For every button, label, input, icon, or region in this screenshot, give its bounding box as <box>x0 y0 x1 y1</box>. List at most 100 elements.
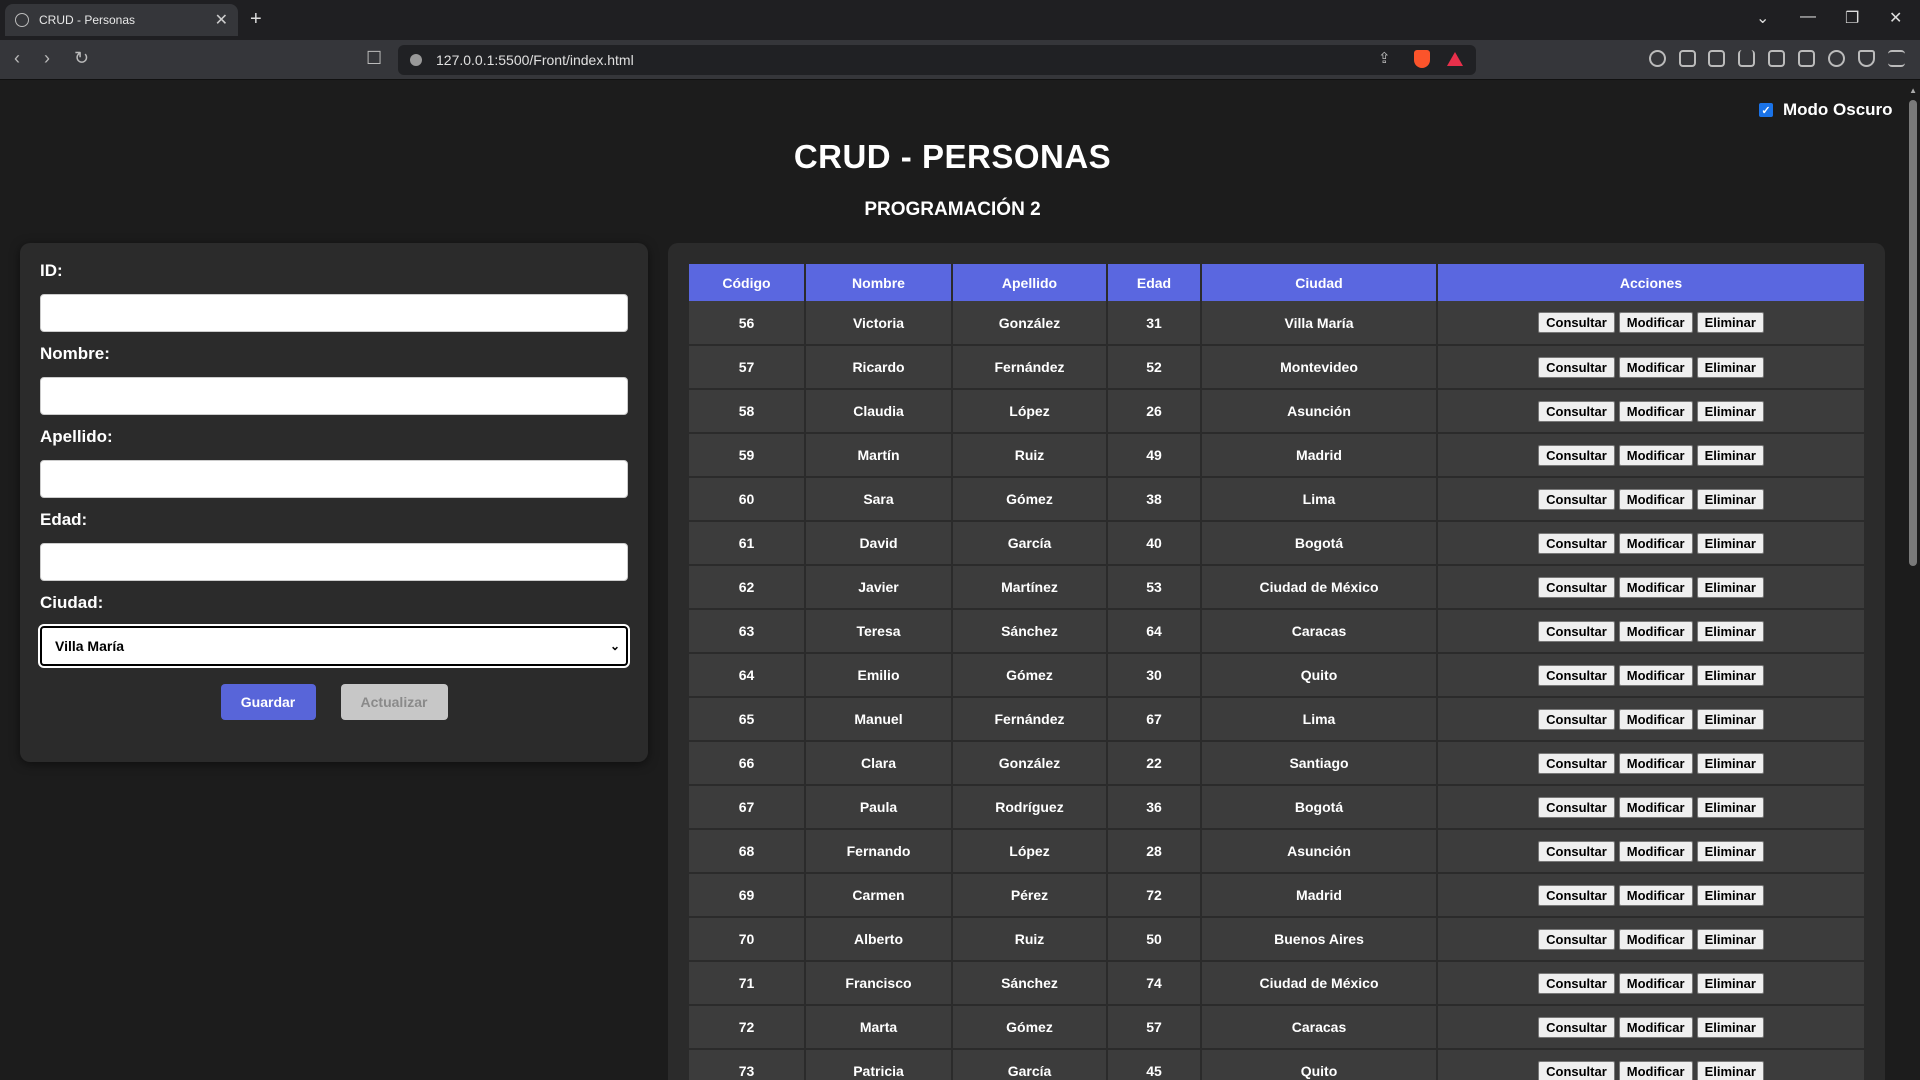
modificar-button[interactable]: Modificar <box>1618 488 1693 510</box>
modificar-button[interactable]: Modificar <box>1618 884 1693 906</box>
sidebar-icon[interactable] <box>1768 50 1785 67</box>
modificar-button[interactable]: Modificar <box>1618 400 1693 422</box>
eliminar-button[interactable]: Eliminar <box>1696 928 1764 950</box>
modificar-button[interactable]: Modificar <box>1618 356 1693 378</box>
address-bar[interactable]: 127.0.0.1:5500/Front/index.html <box>398 45 1476 75</box>
apellido-input[interactable] <box>40 460 628 498</box>
close-window-icon[interactable]: ✕ <box>1889 8 1902 28</box>
eliminar-button[interactable]: Eliminar <box>1696 312 1764 333</box>
back-icon[interactable]: ‹ <box>14 48 20 69</box>
minimize-icon[interactable]: — <box>1800 8 1816 26</box>
modificar-button[interactable]: Modificar <box>1618 444 1693 466</box>
consultar-button[interactable]: Consultar <box>1538 972 1615 994</box>
consultar-button[interactable]: Consultar <box>1538 356 1615 378</box>
consultar-button[interactable]: Consultar <box>1538 576 1615 598</box>
modificar-button[interactable]: Modificar <box>1618 928 1693 950</box>
consultar-button[interactable]: Consultar <box>1538 1060 1615 1080</box>
modificar-button[interactable]: Modificar <box>1618 1060 1693 1080</box>
browser-tab[interactable]: CRUD - Personas ✕ <box>5 4 238 36</box>
ai-icon[interactable] <box>1828 50 1845 67</box>
cell-acciones: Consultar Modificar Eliminar <box>1437 477 1864 522</box>
modificar-button[interactable]: Modificar <box>1618 312 1693 333</box>
table-row: 71 Francisco Sánchez 74 Ciudad de México Cons… <box>689 961 1864 1006</box>
scroll-up-icon[interactable]: ▲ <box>1909 86 1917 95</box>
eliminar-button[interactable]: Eliminar <box>1696 532 1764 554</box>
eliminar-button[interactable]: Eliminar <box>1696 356 1764 378</box>
puzzle-icon[interactable] <box>1708 50 1725 67</box>
consultar-button[interactable]: Consultar <box>1538 840 1615 862</box>
cell-nombre: Marta <box>805 1005 953 1050</box>
eliminar-button[interactable]: Eliminar <box>1696 488 1764 510</box>
eliminar-button[interactable]: Eliminar <box>1696 752 1764 774</box>
cell-codigo: 63 <box>689 609 806 654</box>
vpn-icon[interactable] <box>1858 50 1875 67</box>
consultar-button[interactable]: Consultar <box>1538 928 1615 950</box>
consultar-button[interactable]: Consultar <box>1538 444 1615 466</box>
id-input[interactable] <box>40 294 628 332</box>
consultar-button[interactable]: Consultar <box>1538 796 1615 818</box>
nombre-input[interactable] <box>40 377 628 415</box>
eliminar-button[interactable]: Eliminar <box>1696 664 1764 686</box>
download-icon[interactable] <box>1738 50 1755 67</box>
modificar-button[interactable]: Modificar <box>1618 972 1693 994</box>
consultar-button[interactable]: Consultar <box>1538 884 1615 906</box>
consultar-button[interactable]: Consultar <box>1538 488 1615 510</box>
eliminar-button[interactable]: Eliminar <box>1696 972 1764 994</box>
scrollbar-thumb[interactable] <box>1909 100 1917 566</box>
modificar-button[interactable]: Modificar <box>1618 664 1693 686</box>
eliminar-button[interactable]: Eliminar <box>1696 400 1764 422</box>
consultar-button[interactable]: Consultar <box>1538 400 1615 422</box>
cell-nombre: Alberto <box>805 917 953 962</box>
ciudad-select[interactable]: Villa María ⌄ <box>38 624 630 668</box>
qr-icon[interactable] <box>1679 50 1696 67</box>
site-info-icon[interactable] <box>410 54 422 66</box>
edad-input[interactable] <box>40 543 628 581</box>
consultar-button[interactable]: Consultar <box>1538 312 1615 333</box>
save-button[interactable]: Guardar <box>220 684 316 720</box>
eliminar-button[interactable]: Eliminar <box>1696 620 1764 642</box>
consultar-button[interactable]: Consultar <box>1538 532 1615 554</box>
extension-icon[interactable] <box>1649 50 1666 67</box>
eliminar-button[interactable]: Eliminar <box>1696 884 1764 906</box>
modificar-button[interactable]: Modificar <box>1618 752 1693 774</box>
cell-ciudad: Bogotá <box>1201 785 1438 830</box>
eliminar-button[interactable]: Eliminar <box>1696 840 1764 862</box>
new-tab-icon[interactable]: + <box>250 8 262 31</box>
eliminar-button[interactable]: Eliminar <box>1696 708 1764 730</box>
wallet-icon[interactable] <box>1798 50 1815 67</box>
modificar-button[interactable]: Modificar <box>1618 576 1693 598</box>
dark-mode-toggle[interactable]: ✓ Modo Oscuro <box>1759 100 1893 120</box>
eliminar-button[interactable]: Eliminar <box>1696 1016 1764 1038</box>
eliminar-button[interactable]: Eliminar <box>1696 576 1764 598</box>
consultar-button[interactable]: Consultar <box>1538 620 1615 642</box>
eliminar-button[interactable]: Eliminar <box>1696 444 1764 466</box>
modificar-button[interactable]: Modificar <box>1618 708 1693 730</box>
eliminar-button[interactable]: Eliminar <box>1696 1060 1764 1080</box>
modificar-button[interactable]: Modificar <box>1618 840 1693 862</box>
consultar-button[interactable]: Consultar <box>1538 752 1615 774</box>
table-row: 59 Martín Ruiz 49 Madrid Consultar Modificar El… <box>689 433 1864 478</box>
modificar-button[interactable]: Modificar <box>1618 620 1693 642</box>
cell-edad: 38 <box>1107 477 1202 522</box>
brave-shields-icon[interactable] <box>1414 50 1430 68</box>
browser-toolbar: ‹ › ↻ ☐ 127.0.0.1:5500/Front/index.html … <box>0 40 1920 80</box>
close-tab-icon[interactable]: ✕ <box>215 10 228 30</box>
menu-icon[interactable] <box>1888 50 1905 67</box>
modificar-button[interactable]: Modificar <box>1618 532 1693 554</box>
brave-rewards-icon[interactable] <box>1447 52 1463 66</box>
forward-icon[interactable]: › <box>44 48 50 69</box>
consultar-button[interactable]: Consultar <box>1538 664 1615 686</box>
consultar-button[interactable]: Consultar <box>1538 1016 1615 1038</box>
header-ciudad: Ciudad <box>1201 264 1438 301</box>
bookmark-icon[interactable]: ☐ <box>366 48 382 69</box>
restore-icon[interactable]: ❐ <box>1845 8 1859 28</box>
tab-search-icon[interactable]: ⌄ <box>1756 8 1769 28</box>
cell-ciudad: Quito <box>1201 1049 1438 1080</box>
reload-icon[interactable]: ↻ <box>74 48 89 69</box>
dark-mode-checkbox[interactable]: ✓ <box>1759 103 1773 117</box>
share-icon[interactable]: ⇪ <box>1378 49 1391 67</box>
eliminar-button[interactable]: Eliminar <box>1696 796 1764 818</box>
consultar-button[interactable]: Consultar <box>1538 708 1615 730</box>
modificar-button[interactable]: Modificar <box>1618 796 1693 818</box>
modificar-button[interactable]: Modificar <box>1618 1016 1693 1038</box>
